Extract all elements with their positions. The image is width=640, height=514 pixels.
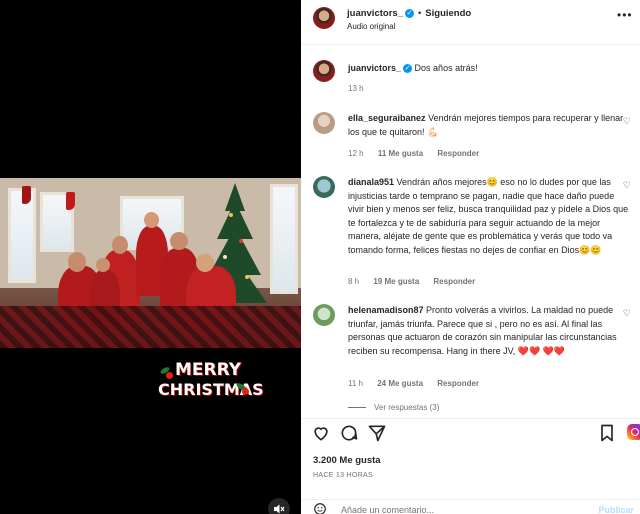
comment-item: ella_seguraibanez Vendrán mejores tiempo…	[313, 110, 633, 170]
reply-button[interactable]: Responder	[433, 277, 475, 286]
heart-icon[interactable]	[311, 423, 331, 443]
comment-text-row: dianala951 Vendrán años mejores😊 eso no …	[348, 176, 630, 257]
person-head	[170, 232, 188, 250]
person-head	[112, 236, 128, 254]
view-replies-label: Ver respuestas (3)	[374, 403, 440, 412]
post-panel: juanvictors_ ✓ • Siguiendo Audio original •…	[301, 0, 640, 514]
person-head	[68, 252, 86, 272]
comment-item: dianala951 Vendrán años mejores😊 eso no …	[313, 174, 633, 294]
comment-text: Vendrán años mejores😊 eso no lo dudes po…	[348, 177, 629, 255]
comment-meta: 8 h 19 Me gusta Responder	[348, 277, 487, 286]
caption-username[interactable]: juanvictors_	[348, 63, 401, 73]
comment-likes[interactable]: 19 Me gusta	[373, 277, 419, 286]
comment-likes[interactable]: 11 Me gusta	[378, 149, 423, 158]
share-icon[interactable]	[367, 423, 387, 443]
reply-button[interactable]: Responder	[437, 149, 479, 158]
person-head	[144, 212, 159, 228]
comment-time: 11 h	[348, 379, 363, 388]
like-comment-heart-icon[interactable]: ♡	[623, 116, 631, 127]
speaker-muted-icon	[274, 504, 285, 514]
caption-avatar[interactable]	[313, 60, 335, 82]
comment-text-row: helenamadison87 Pronto volverás a vivirl…	[348, 304, 630, 358]
caption-text-row: juanvictors_ ✓ Dos años atrás!	[348, 62, 630, 76]
replies-line	[348, 407, 366, 409]
comment-time: 8 h	[348, 277, 360, 286]
video-frame	[0, 178, 301, 348]
stocking	[22, 186, 31, 204]
person-head	[96, 258, 110, 272]
comment-item: helenamadison87 Pronto volverás a vivirl…	[313, 302, 633, 396]
comment-avatar[interactable]	[313, 304, 335, 326]
add-comment-bar: Publicar	[301, 499, 640, 514]
like-comment-heart-icon[interactable]: ♡	[623, 308, 631, 319]
comment-text-row: ella_seguraibanez Vendrán mejores tiempo…	[348, 112, 630, 139]
comment-input[interactable]	[341, 505, 541, 514]
window	[270, 184, 298, 294]
caption-text: Dos años atrás!	[414, 63, 478, 73]
merry-christmas-overlay: MERRY CHRISTMAS	[158, 360, 264, 404]
video-player[interactable]: MERRY CHRISTMAS	[0, 0, 301, 514]
post-header: juanvictors_ ✓ • Siguiendo Audio original •…	[301, 0, 640, 45]
publish-button[interactable]: Publicar	[598, 505, 634, 514]
comment-likes[interactable]: 24 Me gusta	[377, 379, 423, 388]
following-button[interactable]: Siguiendo	[425, 8, 471, 19]
comment-username[interactable]: helenamadison87	[348, 305, 424, 315]
overlay-line-1: MERRY	[174, 360, 242, 380]
comment-time: 12 h	[348, 149, 364, 158]
caption-time: 13 h	[348, 84, 364, 93]
verified-badge-icon: ✓	[403, 64, 413, 74]
caption-meta: 13 h	[348, 84, 376, 93]
post-actions: 3.200 Me gusta HACE 13 HORAS Publicar	[301, 418, 640, 514]
mute-button[interactable]	[268, 498, 290, 514]
reply-button[interactable]: Responder	[437, 379, 479, 388]
comment-meta: 11 h 24 Me gusta Responder	[348, 379, 491, 388]
ellipsis-icon[interactable]: •••	[617, 8, 633, 22]
comment-avatar[interactable]	[313, 176, 335, 198]
emoji-icon[interactable]	[313, 502, 327, 514]
verified-badge-icon: ✓	[404, 8, 414, 18]
separator-dot: •	[417, 8, 422, 19]
bookmark-icon[interactable]	[597, 423, 617, 443]
post-timestamp: HACE 13 HORAS	[313, 472, 373, 479]
comment-username[interactable]: dianala951	[348, 177, 394, 187]
blanket	[0, 306, 301, 348]
audio-link[interactable]: Audio original	[347, 22, 395, 31]
instagram-icon[interactable]	[627, 424, 640, 440]
comment-meta: 12 h 11 Me gusta Responder	[348, 149, 491, 158]
comment-icon[interactable]	[339, 423, 359, 443]
stocking	[66, 192, 75, 210]
like-comment-heart-icon[interactable]: ♡	[623, 180, 631, 191]
likes-count[interactable]: 3.200 Me gusta	[313, 455, 381, 466]
view-replies-link[interactable]: Ver respuestas (3)	[348, 403, 439, 412]
author-avatar[interactable]	[313, 7, 335, 29]
author-username[interactable]: juanvictors_	[347, 8, 403, 19]
post-caption: juanvictors_ ✓ Dos años atrás! 13 h	[313, 58, 633, 98]
comment-avatar[interactable]	[313, 112, 335, 134]
comment-username[interactable]: ella_seguraibanez	[348, 113, 426, 123]
person-head	[196, 254, 214, 272]
